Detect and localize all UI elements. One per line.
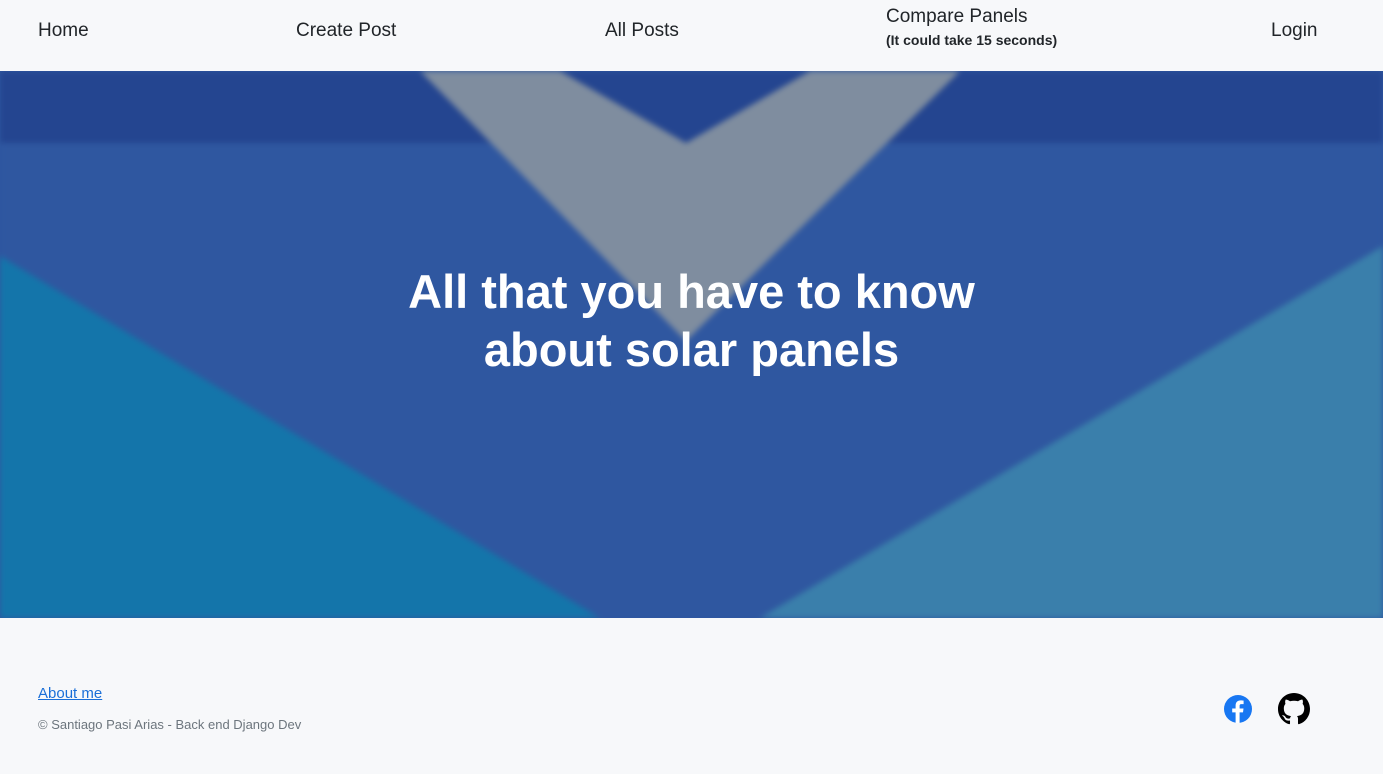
compare-panels-label: Compare Panels [886,6,1028,27]
footer: About me © Santiago Pasi Arias - Back en… [0,618,1383,774]
hero-title: All that you have to know about solar pa… [0,263,1383,379]
copyright-text: © Santiago Pasi Arias - Back end Django … [38,717,302,732]
navbar: Home Create Post All Posts Compare Panel… [0,0,1383,71]
hero-title-line-1: All that you have to know [408,265,975,318]
github-icon[interactable] [1278,693,1310,725]
nav-home-link[interactable]: Home [38,20,89,42]
nav-compare-panels-link[interactable]: Compare Panels (It could take 15 seconds… [886,6,1057,48]
nav-all-posts-link[interactable]: All Posts [605,20,679,42]
nav-login-link[interactable]: Login [1271,20,1318,42]
nav-create-post-link[interactable]: Create Post [296,20,396,42]
hero-title-line-2: about solar panels [483,323,900,376]
facebook-icon[interactable] [1222,693,1254,725]
about-me-link[interactable]: About me [38,685,102,702]
compare-panels-note: (It could take 15 seconds) [886,32,1058,48]
hero-banner: All that you have to know about solar pa… [0,71,1383,618]
